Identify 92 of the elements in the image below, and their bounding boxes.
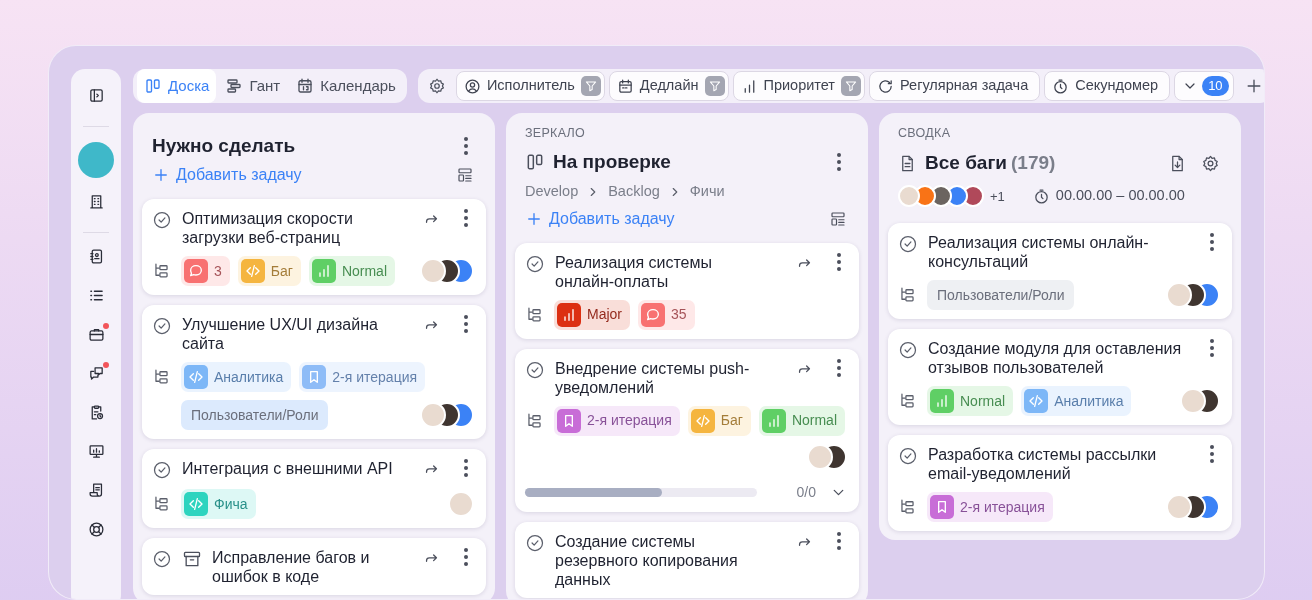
time-range: 00.00.00 – 00.00.00 [1055,186,1185,206]
task-title: Реализация системы онлайн-консультаций [928,233,1150,272]
subtasks-icon[interactable] [152,494,171,513]
task-card[interactable]: Реализация системы онлайн-оплаты Major 35 [515,242,859,339]
tag: Баг [237,256,301,286]
subtasks-icon[interactable] [152,367,171,386]
lifebuoy-icon[interactable] [87,521,105,538]
check-circle-icon[interactable] [525,359,545,380]
breadcrumb-link[interactable]: Фичи [689,180,725,203]
plus-icon [152,166,170,184]
check-circle-icon[interactable] [898,446,918,467]
calendar-icon [616,77,634,95]
task-card[interactable]: Исправление багов и ошибок в коде [142,538,486,595]
check-circle-icon[interactable] [898,234,918,255]
contact-book-icon[interactable] [87,248,105,265]
scroll-icon[interactable] [87,482,105,499]
tag: 2-я итерация [299,362,426,392]
sidebar-toggle-icon[interactable] [87,87,105,104]
board-icon [144,77,162,95]
filter-button[interactable]: Дедлайн [608,71,729,101]
task-title: Создание системы резервного копирования данных [555,531,739,589]
task-title: Исправление багов и ошибок в коде [212,548,371,586]
task-count: (179) [1011,150,1056,175]
task-card[interactable]: Улучшение UX/UI дизайна сайта Аналитика 2-я итерация Пользователи/Роли [142,305,486,439]
task-title: Реализация системы онлайн-оплаты [555,252,713,291]
check-circle-icon[interactable] [152,549,172,569]
monitor-chart-icon[interactable] [87,443,105,460]
tag: 2-я итерация [554,405,680,436]
more-members-count: +1 [990,187,1005,206]
task-card[interactable]: Интеграция с внешними API Фича [142,449,486,528]
tag: Normal [758,405,845,436]
tag: Баг [687,405,751,436]
task-title: Улучшение UX/UI дизайна сайта [182,315,379,353]
column-title: На проверке [553,149,671,174]
tag: 3 [181,256,230,286]
count-badge: 10 [1202,76,1229,96]
tag: Normal [308,256,395,286]
tag: Аналитика [1021,386,1132,417]
progress-reading: 0/0 [796,482,816,502]
check-circle-icon[interactable] [525,532,545,553]
stopwatch-icon [1052,77,1070,95]
layout-icon[interactable] [456,166,474,184]
settings-icon[interactable] [427,77,446,95]
task-card[interactable]: Внедрение системы push-уведомлений 2-я итерация Баг Normal 0/0 [515,348,859,512]
more-filters-button[interactable]: 10 [1174,71,1234,101]
column-caption: ЗЕРКАЛО [524,125,587,142]
check-circle-icon[interactable] [898,340,918,361]
task-title: Внедрение системы push-уведомлений [555,358,751,397]
tag: Аналитика [181,362,292,392]
tag: Normal [927,386,1014,417]
tag: Фича [181,489,256,519]
task-title: Создание модуля для оставления отзывов пользователей [928,339,1183,378]
user-circle-icon [463,77,481,95]
view-tab[interactable]: Гант [218,69,288,103]
gantt-icon [225,77,244,95]
tag: 35 [638,299,695,330]
column-title: Нужно сделать [152,134,296,158]
check-circle-icon[interactable] [152,210,172,230]
task-title: Интеграция с внешними API [182,459,394,478]
check-circle-icon[interactable] [152,316,172,336]
task-card[interactable]: Реализация системы онлайн-консультаций Пользователи/Роли [888,223,1232,320]
tag: Пользователи/Роли [181,400,329,430]
breadcrumb-link[interactable]: Backlog [608,180,660,203]
building-icon[interactable] [87,193,105,210]
breadcrumb-link[interactable]: Develop [525,180,579,203]
repeat-icon [877,77,895,95]
calendar-icon [296,77,315,95]
task-card[interactable]: Оптимизация скорости загрузки веб-страниц 3 Баг Normal [142,199,486,295]
task-title: Разработка системы рассылки email-уведомлений [928,445,1158,484]
filter-button[interactable]: Регулярная задача [869,71,1041,101]
tag: Major [554,299,630,330]
view-tab[interactable]: Календарь [289,69,403,103]
task-card[interactable]: Создание модуля для оставления отзывов пользователей Normal Аналитика [888,329,1232,426]
briefcase-icon[interactable] [87,326,105,343]
task-card[interactable]: Разработка системы рассылки email-уведомлений 2-я итерация [888,435,1232,532]
filter-button[interactable]: Секундомер [1044,71,1171,101]
filter-button[interactable]: Приоритет [732,71,866,101]
settings-icon[interactable] [1201,153,1220,173]
filter-button[interactable]: Исполнитель [455,71,605,101]
layout-icon[interactable] [829,209,847,228]
check-circle-icon[interactable] [152,460,172,480]
check-circle-icon[interactable] [525,253,545,274]
tag: 2-я итерация [927,492,1053,523]
tag: Пользователи/Роли [927,280,1075,311]
column-caption: СВОДКА [897,125,952,142]
stopwatch-icon [1032,187,1050,205]
task-card[interactable]: Создание системы резервного копирования данных [515,521,859,598]
chat-bubbles-icon[interactable] [87,365,105,382]
column-title: Все баги [925,150,1008,175]
view-tab[interactable]: Доска [137,69,217,103]
task-title: Оптимизация скорости загрузки веб-страниц [182,209,354,247]
subtasks-icon[interactable] [152,261,171,280]
